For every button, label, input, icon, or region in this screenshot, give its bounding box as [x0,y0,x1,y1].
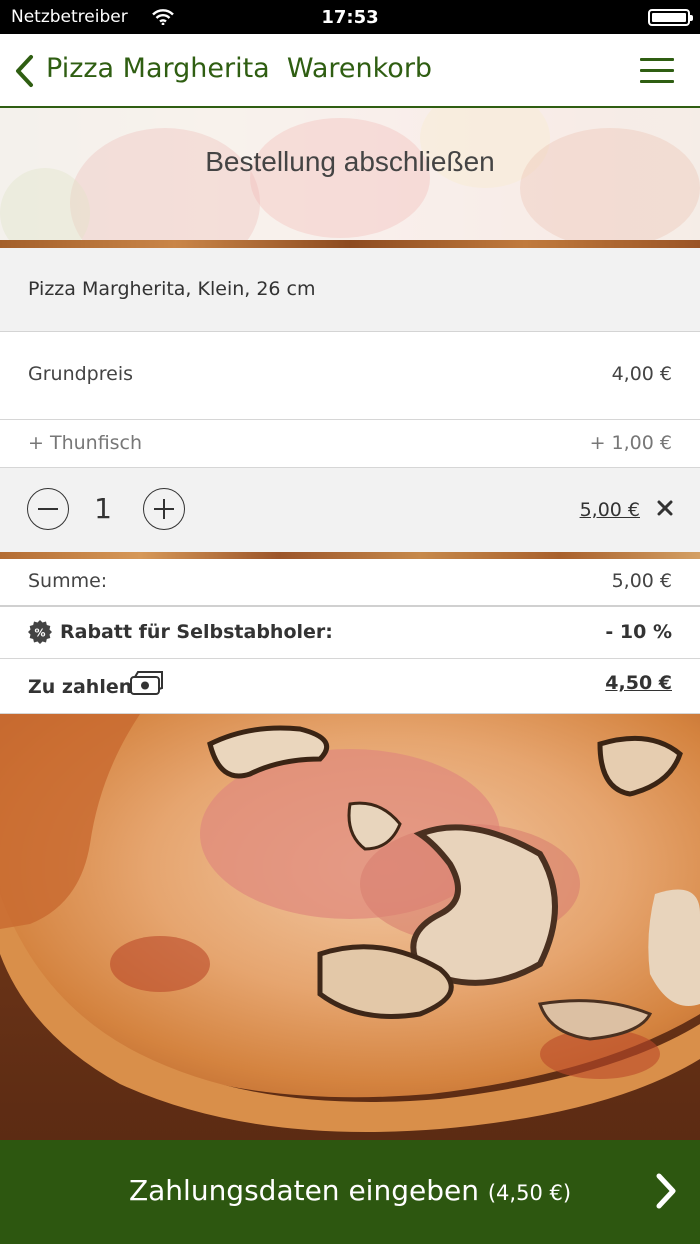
sum-label: Summe: [28,570,108,592]
hamburger-menu-icon[interactable] [640,58,674,84]
sum-row: Summe: 5,00 € [0,559,700,607]
cash-icon [130,671,163,695]
discount-label: Rabatt für Selbstabholer: [60,621,333,643]
sum-value: 5,00 € [611,570,672,592]
discount-row: % Rabatt für Selbstabholer: - 10 % [0,607,700,659]
quantity-row: 1 5,00 € [0,468,700,552]
base-price-value: 4,00 € [611,363,672,385]
nav-bar: Pizza Margherita Warenkorb [0,34,700,108]
decrease-quantity-button[interactable] [27,488,69,530]
percent-badge-icon: % [28,620,52,644]
chevron-right-icon [656,1173,676,1209]
payment-button-label: Zahlungsdaten eingeben [128,1174,479,1207]
proceed-to-payment-button[interactable]: Zahlungsdaten eingeben (4,50 €) [0,1140,700,1244]
extra-topping-price: + 1,00 € [589,432,672,454]
payment-button-amount: (4,50 €) [487,1181,572,1205]
battery-icon [648,9,693,26]
cart-item-title-row: Pizza Margherita, Klein, 26 cm [0,248,700,332]
nav-title: Pizza Margherita Warenkorb [46,53,433,84]
header-banner: Bestellung abschließen [0,108,700,248]
quantity-value: 1 [94,492,112,525]
back-chevron-icon[interactable] [12,54,36,88]
extra-topping-row: + Thunfisch + 1,00 € [0,420,700,468]
decorative-divider [0,552,700,559]
clock: 17:53 [321,7,379,28]
extra-topping-label: + Thunfisch [28,432,143,454]
minus-icon [38,508,58,510]
base-price-row: Grundpreis 4,00 € [0,332,700,420]
plus-icon [163,499,165,519]
svg-text:%: % [34,627,45,640]
total-label: Zu zahlen [28,676,133,698]
payment-button-text: Zahlungsdaten eingeben (4,50 €) [0,1174,700,1207]
base-price-label: Grundpreis [28,363,134,385]
cart-item-name: Pizza Margherita, Klein, 26 cm [28,278,316,300]
close-icon[interactable] [656,499,674,517]
total-row: Zu zahlen 4,50 € [0,659,700,714]
total-value: 4,50 € [605,672,672,694]
pizza-photo [0,714,700,1140]
discount-value: - 10 % [605,621,672,643]
line-total: 5,00 € [579,499,640,521]
increase-quantity-button[interactable] [143,488,185,530]
page-heading: Bestellung abschließen [205,146,495,177]
status-bar: Netzbetreiber 17:53 [0,0,700,34]
